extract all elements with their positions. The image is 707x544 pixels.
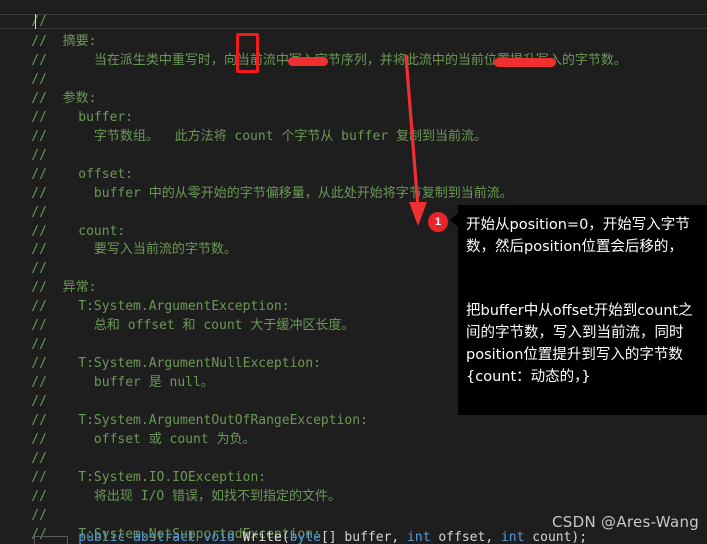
code-line-comment[interactable]: // T:System.ArgumentOutOfRangeException: <box>0 411 368 430</box>
code-line-comment[interactable]: // buffer: <box>0 108 133 127</box>
code-line-comment[interactable]: // <box>0 70 47 89</box>
code-line-comment[interactable]: // <box>0 203 47 222</box>
code-line-comment[interactable]: // offset: <box>0 165 133 184</box>
param-offset: offset, <box>430 530 501 544</box>
method-name-write: Write <box>242 530 282 544</box>
keyword-public: public <box>78 530 126 544</box>
code-line-comment[interactable]: // 总和 offset 和 count 大于缓冲区长度。 <box>0 316 354 335</box>
code-line-comment[interactable]: // T:System.IO.IOException: <box>0 468 266 487</box>
code-line-comment[interactable]: // <box>0 392 47 411</box>
code-line-comment[interactable]: // 将出现 I/O 错误，如找不到指定的文件。 <box>0 487 341 506</box>
note-paragraph-1: 开始从position=0，开始写入字节数，然后position位置会后移的， <box>466 217 690 255</box>
code-line-comment[interactable]: // 参数: <box>0 89 96 108</box>
code-line-comment[interactable]: // <box>0 146 47 165</box>
text-caret <box>35 14 36 29</box>
code-line-comment[interactable]: // T:System.ArgumentNullException: <box>0 354 321 373</box>
annotation-red-rectangle <box>236 33 259 73</box>
code-line-comment[interactable]: // count: <box>0 222 125 241</box>
annotation-red-underline-1 <box>288 57 328 66</box>
code-line-comment[interactable]: // <box>0 259 47 278</box>
keyword-void: void <box>203 530 235 544</box>
watermark-text: CSDN @Ares-Wang <box>552 513 700 531</box>
param-buffer: [] buffer, <box>320 530 408 544</box>
code-line-comment[interactable]: // offset 或 count 为负。 <box>0 430 255 449</box>
code-line-comment[interactable]: // T:System.ArgumentException: <box>0 297 289 316</box>
code-line-folded-setlength[interactable]: ...public abstract void SetLength(long v… <box>0 0 438 28</box>
code-line-comment[interactable]: // buffer 是 null。 <box>0 373 214 392</box>
current-line-highlight <box>0 14 707 29</box>
code-line-write-signature[interactable]: public abstract void Write(byte[] buffer… <box>0 509 587 544</box>
annotation-callout-note: 开始从position=0，开始写入字节数，然后position位置会后移的， … <box>458 205 707 415</box>
code-line-comment[interactable]: // 摘要: <box>0 32 96 51</box>
code-line-comment[interactable]: // 字节数组。 此方法将 count 个字节从 buffer 复制到当前流。 <box>0 127 487 146</box>
code-editor-screenshot: ...public abstract void SetLength(long v… <box>0 0 707 544</box>
annotation-badge-1: 1 <box>428 212 448 232</box>
fold-region-box[interactable] <box>34 536 68 544</box>
code-line-comment[interactable]: // <box>0 449 47 468</box>
keyword-abstract: abstract <box>133 530 196 544</box>
code-line-comment[interactable]: // 要写入当前流的字节数。 <box>0 240 237 259</box>
code-line-comment[interactable]: // 异常: <box>0 278 96 297</box>
code-line-comment[interactable]: // <box>0 335 47 354</box>
param-count: count); <box>524 530 588 544</box>
keyword-byte: byte <box>289 530 321 544</box>
annotation-red-underline-2 <box>494 58 556 67</box>
keyword-int-2: int <box>500 530 525 544</box>
keyword-int-1: int <box>407 530 431 544</box>
code-line-comment[interactable]: // buffer 中的从零开始的字节偏移量，从此处开始将字节复制到当前流。 <box>0 184 512 203</box>
code-line-current[interactable]: // <box>0 13 47 30</box>
note-paragraph-2: 把buffer中从offset开始到count之间的字节数，写入到当前流，同时p… <box>466 303 693 385</box>
